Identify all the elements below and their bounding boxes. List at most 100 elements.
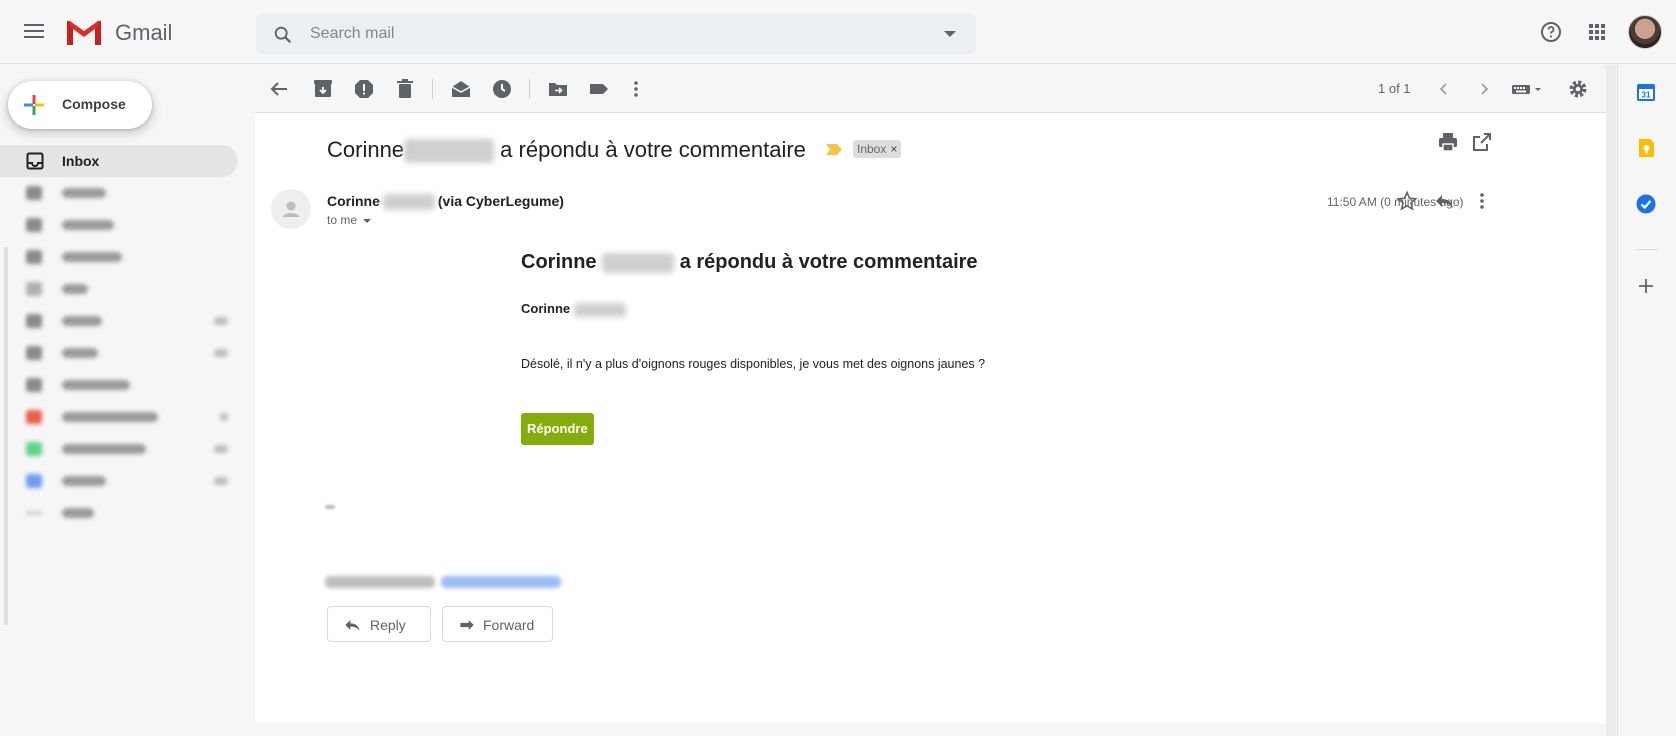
back-icon[interactable] — [267, 77, 291, 101]
account-avatar[interactable] — [1628, 15, 1662, 49]
main-menu-icon[interactable] — [20, 20, 48, 44]
delete-icon[interactable] — [393, 77, 417, 101]
redacted-label — [62, 412, 158, 422]
more-icon[interactable] — [624, 77, 648, 101]
label-chip-text: Inbox — [857, 142, 887, 156]
redacted-surname — [602, 252, 675, 273]
search-bar[interactable] — [256, 14, 976, 54]
top-header: Gmail — [0, 0, 1676, 64]
tasks-icon[interactable] — [1635, 193, 1657, 215]
respond-button[interactable]: Répondre — [521, 412, 594, 445]
redacted-icon — [26, 378, 42, 392]
sidebar-item-redacted[interactable] — [0, 273, 238, 305]
inbox-icon — [26, 152, 44, 170]
sidebar-item-redacted[interactable] — [0, 497, 238, 529]
redacted-icon — [26, 474, 42, 488]
redacted-label — [62, 348, 98, 358]
redacted-icon — [26, 442, 42, 456]
reply-button[interactable]: Reply — [327, 606, 431, 642]
apps-grid-icon[interactable] — [1585, 20, 1609, 44]
subject-text: a répondu à votre commentaire — [500, 137, 806, 162]
comment-text: Désolé, il n'y a plus d'oignons rouges d… — [521, 356, 986, 371]
star-icon[interactable] — [1395, 189, 1419, 213]
sidebar-item-label: Inbox — [62, 153, 100, 169]
redacted-count — [220, 413, 228, 421]
redacted-icon — [26, 410, 42, 424]
show-details-icon[interactable] — [363, 218, 372, 223]
redacted-label — [62, 380, 130, 390]
pagination-label: 1 of 1 — [1378, 81, 1411, 96]
redacted-label — [62, 284, 88, 294]
sidebar-item-redacted[interactable] — [0, 305, 238, 337]
side-panel: 31 — [1617, 65, 1676, 736]
input-tools-icon[interactable] — [1510, 77, 1546, 101]
left-sidebar: Compose Inbox — [0, 65, 255, 736]
compose-label: Compose — [62, 96, 126, 112]
compose-plus-icon — [24, 95, 44, 115]
print-icon[interactable] — [1436, 130, 1460, 154]
reply-icon[interactable] — [1432, 189, 1456, 213]
calendar-icon[interactable]: 31 — [1635, 81, 1657, 103]
redacted-surname — [404, 139, 495, 164]
vertical-scrollbar[interactable] — [1606, 65, 1616, 736]
message-subject: Corinne a répondu à votre commentaire — [327, 137, 806, 164]
redacted-label — [62, 316, 102, 326]
move-to-icon[interactable] — [546, 77, 570, 101]
search-input[interactable] — [310, 23, 890, 45]
sidebar-item-redacted[interactable] — [0, 369, 238, 401]
sender-name[interactable]: Corinne (via CyberLegume) — [327, 193, 564, 211]
redacted-icon — [26, 314, 42, 328]
sidebar-item-redacted[interactable] — [0, 465, 238, 497]
redacted-footer-link[interactable] — [441, 576, 561, 588]
body-heading: Corinne a répondu à votre commentaire — [521, 251, 1221, 274]
recipient-text: to me — [327, 213, 358, 227]
svg-text:31: 31 — [1642, 91, 1651, 100]
search-options-icon[interactable] — [944, 31, 956, 37]
toolbar-separator — [529, 79, 530, 99]
sidebar-item-redacted[interactable] — [0, 401, 238, 433]
recipient-details[interactable]: to me — [327, 213, 372, 227]
report-spam-icon[interactable] — [352, 77, 376, 101]
sidebar-item-redacted[interactable] — [0, 433, 238, 465]
gmail-logo[interactable] — [64, 16, 104, 48]
redacted-label — [62, 188, 106, 198]
sender-avatar[interactable] — [271, 189, 311, 229]
redacted-surname — [382, 194, 435, 211]
redacted-label — [62, 252, 122, 262]
open-in-new-window-icon[interactable] — [1470, 130, 1494, 154]
inbox-label-chip[interactable]: Inbox × — [853, 140, 902, 158]
older-chevron-icon[interactable] — [1472, 77, 1496, 101]
sidebar-item-inbox[interactable]: Inbox — [0, 145, 238, 177]
labels-icon[interactable] — [587, 77, 611, 101]
forward-button[interactable]: Forward — [442, 606, 553, 642]
keep-icon[interactable] — [1635, 137, 1657, 159]
default-person-icon — [282, 201, 300, 217]
search-icon[interactable] — [272, 24, 294, 46]
body-heading-name: Corinne — [521, 251, 597, 273]
redacted-count — [214, 349, 228, 357]
message-more-icon[interactable] — [1470, 189, 1494, 213]
newer-chevron-icon[interactable] — [1432, 77, 1456, 101]
important-marker-icon[interactable] — [826, 144, 842, 155]
archive-icon[interactable] — [311, 77, 335, 101]
redacted-icon — [26, 346, 42, 360]
add-addon-icon[interactable] — [1635, 275, 1657, 297]
reply-label: Reply — [370, 617, 406, 633]
remove-label-icon[interactable]: × — [890, 142, 897, 156]
sidebar-item-redacted[interactable] — [0, 209, 238, 241]
side-panel-divider — [1636, 249, 1658, 250]
help-icon[interactable] — [1539, 20, 1563, 44]
trimmed-content-toggle[interactable] — [325, 505, 335, 509]
sidebar-item-redacted[interactable] — [0, 337, 238, 369]
redacted-icon — [26, 218, 42, 232]
snooze-icon[interactable] — [490, 77, 514, 101]
mark-unread-icon[interactable] — [449, 77, 473, 101]
sidebar-item-redacted[interactable] — [0, 177, 238, 209]
compose-button[interactable]: Compose — [8, 81, 152, 129]
redacted-label — [62, 220, 114, 230]
redacted-icon — [26, 282, 42, 296]
settings-gear-icon[interactable] — [1566, 77, 1590, 101]
sidebar-item-redacted[interactable] — [0, 241, 238, 273]
forward-label: Forward — [483, 617, 535, 633]
redacted-icon — [26, 250, 42, 264]
